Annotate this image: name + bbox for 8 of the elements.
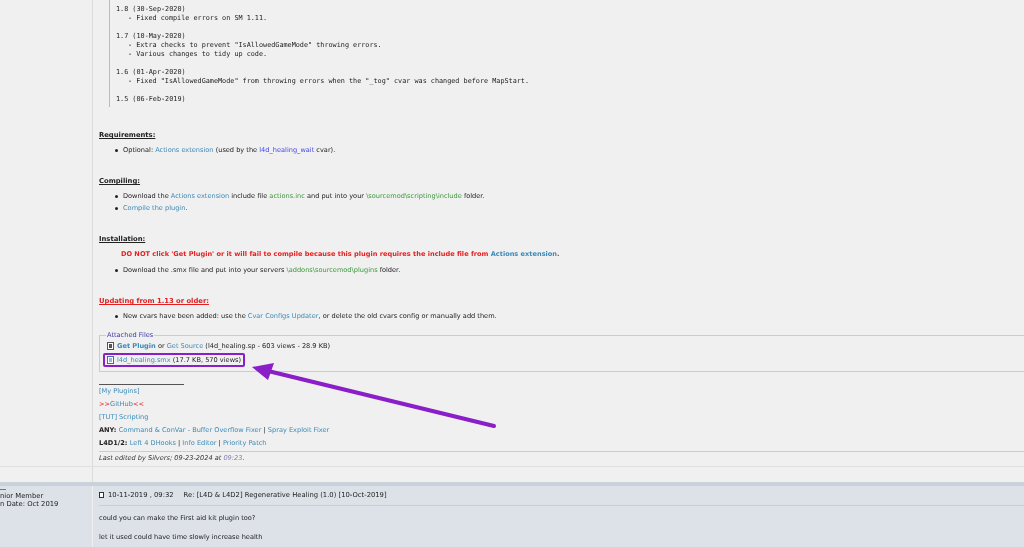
post-icon [99, 492, 104, 498]
bullet-icon [115, 269, 118, 272]
bullet-icon [115, 149, 118, 152]
bullet-icon [115, 315, 118, 318]
bullet-icon [115, 195, 118, 198]
bullet-icon [115, 207, 118, 210]
attachment-icon [107, 342, 114, 350]
file-icon [107, 356, 114, 364]
